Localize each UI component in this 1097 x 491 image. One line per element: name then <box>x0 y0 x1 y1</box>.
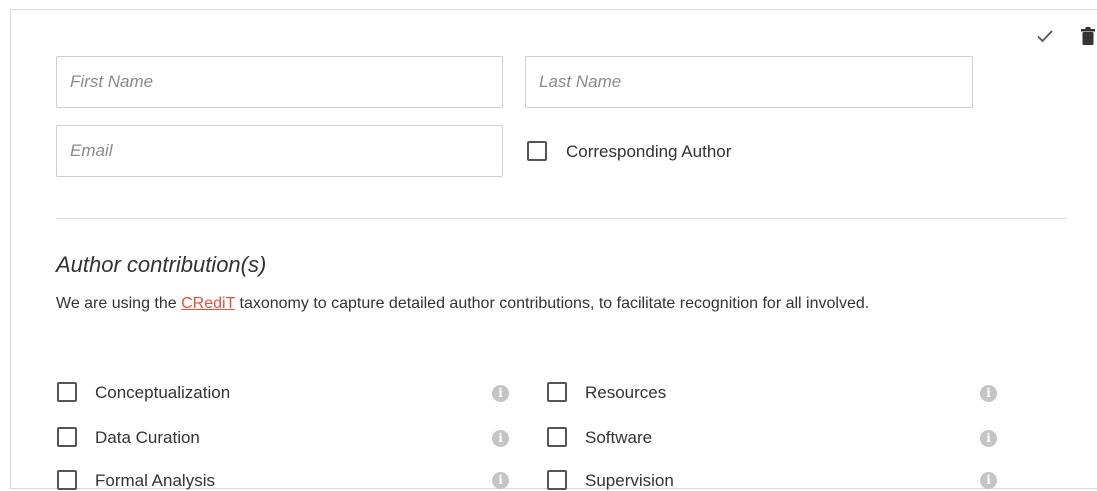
confirm-button[interactable] <box>1035 26 1055 46</box>
contributions-title: Author contribution(s) <box>56 252 267 277</box>
info-icon[interactable]: i <box>492 472 509 489</box>
info-icon[interactable]: i <box>980 472 997 489</box>
trash-icon <box>1081 27 1095 45</box>
role-checkbox-resources[interactable] <box>547 382 567 402</box>
role-checkbox-conceptualization[interactable] <box>57 382 77 402</box>
role-label-data-curation: Data Curation <box>95 428 200 447</box>
info-icon[interactable]: i <box>492 430 509 447</box>
role-checkbox-supervision[interactable] <box>547 470 567 490</box>
role-label-supervision: Supervision <box>585 471 674 490</box>
role-label-formal-analysis: Formal Analysis <box>95 471 215 490</box>
credit-link[interactable]: CRediT <box>181 295 235 312</box>
role-checkbox-software[interactable] <box>547 427 567 447</box>
description-text-after: taxonomy to capture detailed author cont… <box>235 295 870 312</box>
role-checkbox-formal-analysis[interactable] <box>57 470 77 490</box>
contributions-description: We are using the CRediT taxonomy to capt… <box>56 289 1066 319</box>
role-checkbox-data-curation[interactable] <box>57 427 77 447</box>
description-text-before: We are using the <box>56 295 182 312</box>
role-label-conceptualization: Conceptualization <box>95 383 231 402</box>
info-icon[interactable]: i <box>980 430 997 447</box>
role-label-resources: Resources <box>585 383 667 402</box>
info-icon[interactable]: i <box>980 385 997 402</box>
delete-button[interactable] <box>1078 26 1097 46</box>
last-name-input[interactable] <box>525 56 973 108</box>
first-name-input[interactable] <box>56 56 503 108</box>
corresponding-author-label: Corresponding Author <box>566 142 732 161</box>
info-icon[interactable]: i <box>492 385 509 402</box>
role-label-software: Software <box>585 428 653 447</box>
section-divider <box>56 218 1067 219</box>
check-icon <box>1037 30 1053 43</box>
corresponding-author-checkbox[interactable] <box>527 141 547 161</box>
email-input[interactable] <box>56 125 503 177</box>
